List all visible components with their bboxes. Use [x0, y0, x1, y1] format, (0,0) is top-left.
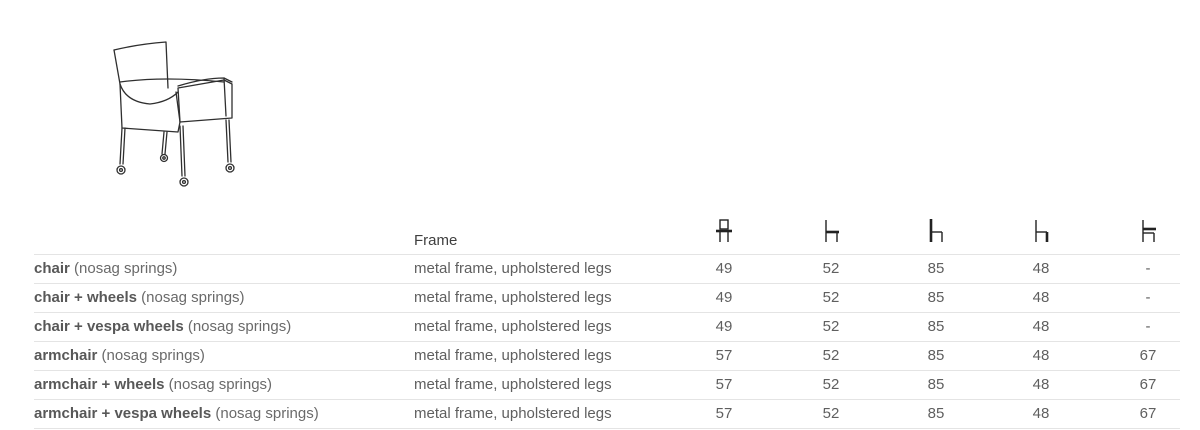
armrest-height-value: - [1145, 318, 1151, 335]
seat-height-side-icon [1035, 220, 1049, 242]
table-header-row: Frame [34, 210, 1180, 255]
model-name-cell: chair + vespa wheels (nosag springs) [34, 318, 291, 336]
total-height-value: 85 [927, 289, 945, 306]
model-name: chair + vespa wheels [34, 318, 184, 335]
model-name-cell: chair (nosag springs) [34, 260, 177, 278]
armrest-height-icon [1142, 220, 1156, 242]
model-name-cell: armchair (nosag springs) [34, 347, 205, 365]
table-row: chair + vespa wheels (nosag springs) met… [34, 313, 1180, 342]
spec-table: Frame chair (nosag springs) metal frame,… [34, 210, 1180, 429]
model-name-cell: armchair + vespa wheels (nosag springs) [34, 405, 319, 423]
table-row: chair (nosag springs) metal frame, uphol… [34, 255, 1180, 284]
table-row: armchair + wheels (nosag springs) metal … [34, 371, 1180, 400]
seat-height-value: 57 [715, 376, 733, 393]
table-row: armchair (nosag springs) metal frame, up… [34, 342, 1180, 371]
seat-depth-icon [825, 220, 839, 242]
armrest-height-value: - [1145, 260, 1151, 277]
model-name: armchair [34, 347, 98, 364]
armrest-height-value: - [1145, 289, 1151, 306]
model-note: (nosag springs) [97, 347, 205, 364]
seat-depth-value: 52 [822, 347, 840, 364]
total-height-value: 85 [927, 260, 945, 277]
seat-depth-value: 52 [822, 376, 840, 393]
total-height-value: 85 [927, 347, 945, 364]
model-name: armchair + wheels [34, 376, 165, 393]
seat-depth-value: 52 [822, 260, 840, 277]
model-name-cell: armchair + wheels (nosag springs) [34, 376, 272, 394]
frame-column-header: Frame [414, 232, 458, 249]
armrest-height-value: 67 [1139, 347, 1157, 364]
seat-height-value: 49 [715, 260, 733, 277]
seat-height-side-value: 48 [1032, 347, 1050, 364]
armrest-height-value: 67 [1139, 405, 1157, 422]
model-note: (nosag springs) [211, 405, 319, 422]
seat-height-side-value: 48 [1032, 318, 1050, 335]
seat-depth-value: 52 [822, 405, 840, 422]
frame-cell: metal frame, upholstered legs [414, 318, 612, 335]
seat-height-side-value: 48 [1032, 260, 1050, 277]
frame-cell: metal frame, upholstered legs [414, 347, 612, 364]
model-note: (nosag springs) [164, 376, 273, 393]
seat-height-value: 57 [715, 347, 733, 364]
seat-height-side-value: 48 [1032, 405, 1050, 422]
frame-cell: metal frame, upholstered legs [414, 289, 612, 306]
model-name: chair + wheels [34, 289, 137, 306]
model-name: armchair + vespa wheels [34, 405, 212, 422]
seat-height-side-value: 48 [1032, 376, 1050, 393]
total-height-value: 85 [927, 318, 945, 335]
seat-depth-value: 52 [822, 318, 840, 335]
model-name-cell: chair + wheels (nosag springs) [34, 289, 245, 307]
seat-height-value: 49 [715, 289, 733, 306]
model-note: (nosag springs) [69, 260, 178, 277]
total-height-value: 85 [927, 376, 945, 393]
table-row: chair + wheels (nosag springs) metal fra… [34, 284, 1180, 313]
total-height-value: 85 [927, 405, 945, 422]
model-name: chair [34, 260, 70, 277]
seat-height-value: 49 [715, 318, 733, 335]
armrest-height-value: 67 [1139, 376, 1157, 393]
frame-cell: metal frame, upholstered legs [414, 260, 612, 277]
seat-height-side-value: 48 [1032, 289, 1050, 306]
table-row: armchair + vespa wheels (nosag springs) … [34, 400, 1180, 429]
seat-height-value: 57 [715, 405, 733, 422]
seat-depth-value: 52 [822, 289, 840, 306]
armchair-illustration-icon [113, 41, 235, 187]
frame-cell: metal frame, upholstered legs [414, 376, 612, 393]
seat-height-icon [716, 219, 732, 242]
model-note: (nosag springs) [136, 289, 245, 306]
model-note: (nosag springs) [183, 318, 292, 335]
total-height-icon [929, 219, 943, 242]
frame-cell: metal frame, upholstered legs [414, 405, 612, 422]
